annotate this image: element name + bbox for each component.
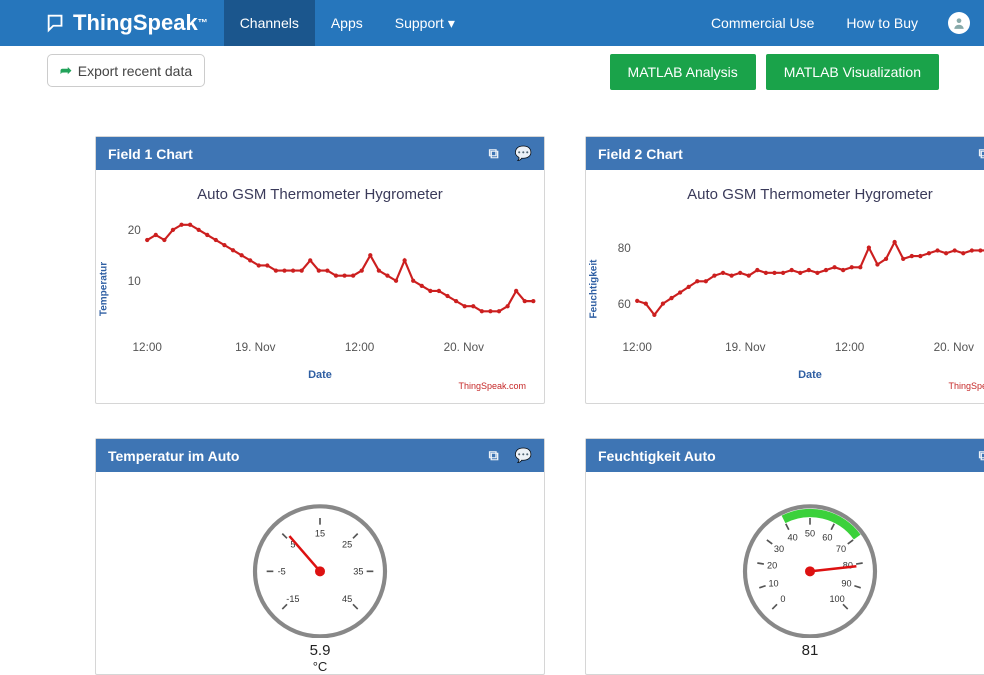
nav-apps[interactable]: Apps [315,0,379,46]
panel-title: Feuchtigkeit Auto [598,448,716,464]
nav-channels[interactable]: Channels [224,0,315,46]
svg-text:60: 60 [618,298,632,311]
chart-credit: ThingSpeak.com [96,381,544,391]
panel-feuchtigkeit-gauge: Feuchtigkeit Auto ⧉ 💬 010203040506070809… [585,438,984,675]
gauge-value: 81 [802,642,819,659]
panel-temperatur-gauge: Temperatur im Auto ⧉ 💬 -15-5515253545 5.… [95,438,545,675]
svg-text:50: 50 [805,528,815,538]
chart-title: Auto GSM Thermometer Hygrometer [96,178,544,209]
popout-icon[interactable]: ⧉ [489,145,499,162]
svg-text:15: 15 [315,528,325,538]
panel-title: Temperatur im Auto [108,448,239,464]
svg-text:19. Nov: 19. Nov [235,341,276,354]
x-axis-label: Date [586,369,984,381]
user-icon [952,16,966,30]
popout-icon[interactable]: ⧉ [979,447,984,464]
comment-icon[interactable]: 💬 [515,447,532,464]
svg-text:35: 35 [353,567,363,577]
svg-text:40: 40 [788,533,798,543]
panel-field2-chart: Field 2 Chart ⧉ 💬 Auto GSM Thermometer H… [585,136,984,404]
matlab-visualization-button[interactable]: MATLAB Visualization [766,54,939,90]
user-avatar[interactable] [948,12,970,34]
brand[interactable]: ThingSpeak™ [45,10,224,36]
brand-tm: ™ [198,18,208,29]
y-axis-label: Feuchtigkeit [589,260,600,319]
svg-text:30: 30 [774,544,784,554]
brand-logo-icon [45,12,67,34]
svg-text:20: 20 [128,224,142,237]
brand-text: ThingSpeak [73,10,198,36]
svg-text:12:00: 12:00 [133,341,163,354]
chart-title: Auto GSM Thermometer Hygrometer [586,178,984,209]
svg-text:12:00: 12:00 [345,341,375,354]
svg-text:19. Nov: 19. Nov [725,341,766,354]
svg-text:60: 60 [822,533,832,543]
export-icon: ➦ [60,62,72,79]
svg-text:70: 70 [836,544,846,554]
chevron-down-icon: ▾ [448,15,455,32]
panel-title: Field 1 Chart [108,146,193,162]
nav-commercial[interactable]: Commercial Use [695,0,830,46]
nav-support[interactable]: Support▾ [379,0,471,46]
svg-text:10: 10 [768,579,778,589]
svg-text:12:00: 12:00 [623,341,653,354]
svg-text:-15: -15 [286,594,299,604]
gauge-feuchtigkeit: 0102030405060708090100 [725,488,895,638]
svg-text:45: 45 [342,594,352,604]
svg-text:20. Nov: 20. Nov [444,341,485,354]
svg-text:10: 10 [128,275,142,288]
x-axis-label: Date [96,369,544,381]
toolbar: ➦ Export recent data MATLAB Analysis MAT… [0,46,984,90]
svg-text:80: 80 [618,242,632,255]
svg-text:-5: -5 [278,567,286,577]
svg-text:0: 0 [780,594,785,604]
y-axis-label: Temperatur [99,262,110,316]
panel-title: Field 2 Chart [598,146,683,162]
chart-credit: ThingSpeak.com [586,381,984,391]
chart-field1: Temperatur 10 20 12:00 19. Nov 12:00 20. Nov [96,209,544,369]
popout-icon[interactable]: ⧉ [489,447,499,464]
chart-field2: Feuchtigkeit 60 80 12:00 19. Nov 12:00 20. No… [586,209,984,369]
comment-icon[interactable]: 💬 [515,145,532,162]
export-recent-data-button[interactable]: ➦ Export recent data [47,54,205,87]
svg-text:25: 25 [342,540,352,550]
matlab-analysis-button[interactable]: MATLAB Analysis [610,54,756,90]
nav-how-to-buy[interactable]: How to Buy [830,0,934,46]
popout-icon[interactable]: ⧉ [979,145,984,162]
svg-text:100: 100 [829,594,844,604]
svg-text:20: 20 [767,561,777,571]
gauge-unit: °C [313,659,328,674]
panel-grid: Field 1 Chart ⧉ 💬 Auto GSM Thermometer H… [0,90,984,675]
panel-field1-chart: Field 1 Chart ⧉ 💬 Auto GSM Thermometer H… [95,136,545,404]
navbar: ThingSpeak™ Channels Apps Support▾ Comme… [0,0,984,46]
svg-text:20. Nov: 20. Nov [934,341,975,354]
gauge-temperatur: -15-5515253545 [235,488,405,638]
gauge-value: 5.9 [310,642,331,659]
svg-text:12:00: 12:00 [835,341,865,354]
svg-text:90: 90 [841,579,851,589]
